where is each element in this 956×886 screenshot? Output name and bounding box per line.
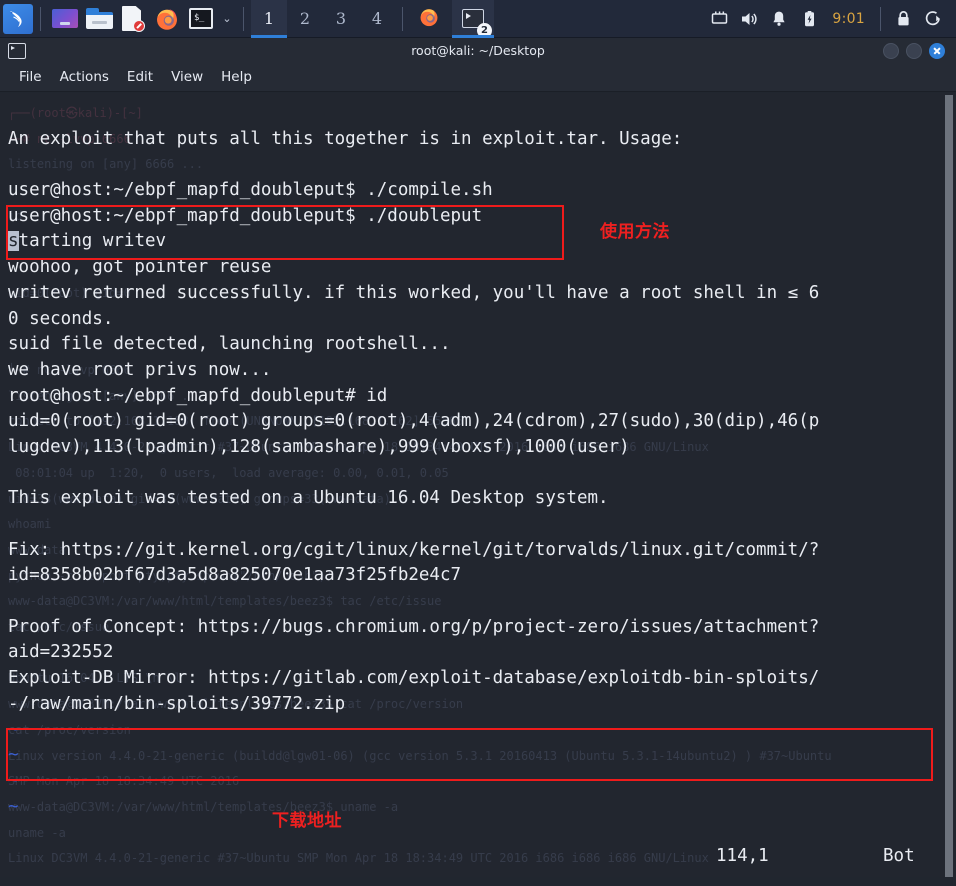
terminal-line: lugdev),113(lpadmin),128(sambashare),999…	[8, 436, 630, 457]
terminal-window: root@kali: ~/Desktop File Actions Edit V…	[0, 38, 956, 886]
terminal-scrollbar-thumb[interactable]	[945, 95, 953, 884]
menu-item-help[interactable]: Help	[212, 63, 261, 92]
terminal-scrollbar[interactable]	[942, 93, 956, 886]
network-icon[interactable]	[704, 0, 734, 38]
terminal-line: An exploit that puts all this together i…	[8, 128, 683, 149]
terminal-line: we have root privs now...	[8, 359, 272, 380]
workspace-button-2[interactable]: 2	[287, 0, 323, 38]
notifications-bell-icon[interactable]	[764, 0, 794, 38]
terminal-line: writev returned successfully. if this wo…	[8, 282, 820, 303]
terminal-line: uid=0(root) gid=0(root) groups=0(root),4…	[8, 411, 820, 432]
terminal-line: user@host:~/ebpf_mapfd_doubleput$ ./comp…	[8, 180, 493, 201]
terminal-line: ~	[8, 745, 19, 766]
workspace-button-4[interactable]: 4	[359, 0, 395, 38]
file-manager-icon[interactable]	[82, 2, 116, 36]
maximize-button[interactable]	[906, 42, 922, 59]
terminal-cursor: s	[8, 231, 19, 252]
terminal-line: -/raw/main/bin-sploits/39772.zip	[8, 693, 346, 714]
taskbar-divider-2	[243, 6, 244, 31]
workspace-button-3[interactable]: 3	[323, 0, 359, 38]
terminal-ghost-line: uname -a	[8, 825, 66, 840]
terminal-line: root@host:~/ebpf_mapfd_doubleput# id	[8, 385, 388, 406]
lock-screen-icon[interactable]	[888, 0, 918, 38]
menubar: File Actions Edit View Help	[0, 63, 956, 92]
taskbar-launchers: $_ ⌄ 1 2 3 4 2	[0, 0, 494, 38]
terminal-line: ~	[8, 796, 19, 817]
window-count-badge: 2	[477, 22, 492, 38]
system-tray: 9:01	[704, 0, 956, 38]
menu-item-view[interactable]: View	[162, 63, 212, 92]
logout-icon[interactable]	[918, 0, 948, 38]
terminal-line: Proof of Concept: https://bugs.chromium.…	[8, 616, 820, 637]
workspace-button-1[interactable]: 1	[251, 0, 287, 38]
terminal-line: suid file detected, launching rootshell.…	[8, 334, 451, 355]
editor-status-line: 114,1 Bot	[0, 846, 942, 872]
taskbar-divider-4	[880, 6, 881, 31]
close-button[interactable]	[929, 42, 945, 59]
volume-icon[interactable]	[734, 0, 764, 38]
terminal-lines: An exploit that puts all this together i…	[8, 101, 942, 820]
terminal-line: ~	[8, 770, 19, 791]
window-controls	[883, 42, 956, 59]
firefox-icon[interactable]	[150, 2, 184, 36]
kali-menu-icon[interactable]	[3, 3, 33, 34]
download-url-annotation: 下载地址	[272, 811, 342, 831]
terminal-line: Fix: https://git.kernel.org/cgit/linux/k…	[8, 539, 820, 560]
terminal-line: 0 seconds.	[8, 308, 114, 329]
usage-annotation: 使用方法	[600, 222, 670, 242]
terminal-line: This exploit was tested on a Ubuntu 16.0…	[8, 488, 609, 509]
text-editor-icon[interactable]	[116, 2, 150, 36]
terminal-icon[interactable]: $_	[184, 2, 218, 36]
menu-item-edit[interactable]: Edit	[118, 63, 162, 92]
firefox-window-icon	[418, 6, 444, 32]
taskbar: $_ ⌄ 1 2 3 4 2 9:01	[0, 0, 956, 38]
firefox-window-button[interactable]	[410, 0, 452, 38]
window-terminal-icon	[8, 42, 26, 59]
terminal-screen[interactable]: ┌──(root㉿kali)-[~] └─# nc -lvvp 6666 liste…	[0, 93, 956, 886]
taskbar-divider-1	[40, 6, 41, 31]
cursor-position: 114,1	[716, 846, 769, 866]
minimize-button[interactable]	[883, 42, 899, 59]
terminal-line: starting writev	[8, 231, 167, 252]
battery-icon[interactable]	[794, 0, 824, 38]
files-icon[interactable]	[48, 2, 82, 36]
taskbar-divider-3	[402, 6, 403, 31]
terminal-line: woohoo, got pointer reuse	[8, 257, 272, 278]
chevron-down-icon[interactable]: ⌄	[218, 2, 236, 36]
terminal-line: Exploit-DB Mirror: https://gitlab.com/ex…	[8, 668, 820, 689]
terminal-line: user@host:~/ebpf_mapfd_doubleput$ ./doub…	[8, 205, 483, 226]
scroll-indicator: Bot	[883, 846, 915, 866]
terminal-line: ~	[8, 719, 19, 740]
menu-item-actions[interactable]: Actions	[51, 63, 118, 92]
window-title: root@kali: ~/Desktop	[411, 43, 545, 58]
window-titlebar[interactable]: root@kali: ~/Desktop	[0, 38, 956, 63]
terminal-line: id=8358b02bf67d3a5d8a825070e1aa73f25fb2e…	[8, 565, 462, 586]
window-bottom-edge	[0, 877, 956, 886]
terminal-prompt-glyph: $_	[189, 8, 213, 29]
menu-item-file[interactable]: File	[10, 63, 51, 92]
terminal-line: aid=232552	[8, 642, 114, 663]
clock[interactable]: 9:01	[824, 11, 873, 27]
terminal-window-button[interactable]: 2	[452, 0, 494, 38]
